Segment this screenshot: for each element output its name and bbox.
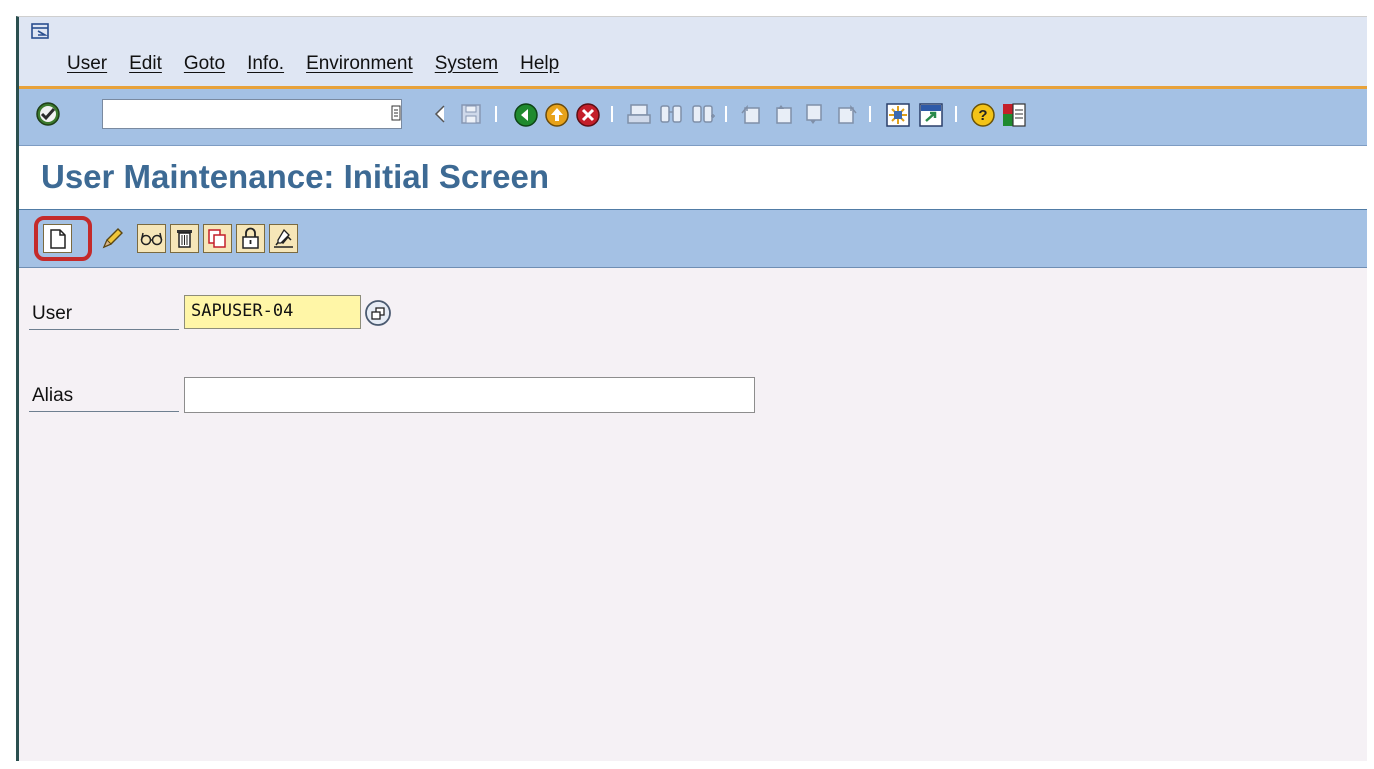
help-icon[interactable]: ? [970, 102, 996, 128]
next-page-icon[interactable] [803, 102, 827, 126]
application-toolbar [19, 210, 1367, 268]
system-toolbar: ? [19, 89, 1367, 146]
last-page-icon[interactable] [835, 102, 859, 126]
back-arrow-icon[interactable] [434, 102, 446, 126]
user-field-row: User [29, 295, 179, 330]
title-bar: User Maintenance: Initial Screen [19, 146, 1367, 211]
pencil-icon [102, 228, 123, 249]
shortcut-icon[interactable] [918, 102, 944, 128]
trash-icon [177, 230, 192, 248]
menu-environment[interactable]: Environment [306, 53, 413, 75]
menu-system[interactable]: System [435, 53, 498, 75]
command-history-icon[interactable] [391, 105, 401, 121]
menu-goto[interactable]: Goto [184, 53, 225, 75]
enter-icon[interactable] [35, 101, 61, 127]
exit-icon[interactable] [544, 102, 570, 128]
menu-help[interactable]: Help [520, 53, 559, 75]
customize-layout-icon[interactable] [1001, 102, 1027, 128]
change-password-button[interactable] [269, 224, 298, 253]
alias-input[interactable] [184, 377, 755, 413]
previous-page-icon[interactable] [771, 102, 795, 126]
menu-info[interactable]: Info. [247, 53, 284, 75]
toolbar-separator [955, 106, 957, 122]
create-icon [50, 229, 66, 249]
find-icon[interactable] [658, 102, 684, 126]
value-help-icon[interactable] [363, 298, 393, 328]
find-next-icon[interactable] [691, 102, 717, 126]
lock-button[interactable] [236, 224, 265, 253]
copy-icon [208, 229, 226, 248]
toolbar-separator [869, 106, 871, 122]
alias-label: Alias [32, 385, 74, 406]
menu-bar: User Edit Goto Info. Environment System … [19, 17, 1367, 89]
user-label: User [32, 303, 73, 324]
sap-window: User Edit Goto Info. Environment System … [16, 16, 1367, 761]
first-page-icon[interactable] [739, 102, 763, 126]
display-button[interactable] [137, 224, 166, 253]
change-button[interactable] [98, 224, 127, 253]
create-button[interactable] [43, 224, 72, 253]
menu-icon[interactable] [31, 23, 49, 39]
lock-icon [242, 227, 259, 249]
toolbar-separator [495, 106, 497, 122]
user-input[interactable]: SAPUSER-04 [184, 295, 361, 329]
cancel-icon[interactable] [575, 102, 601, 128]
create-session-icon[interactable] [885, 102, 911, 128]
menu-user[interactable]: User [67, 53, 107, 75]
glasses-icon [140, 232, 163, 246]
delete-button[interactable] [170, 224, 199, 253]
change-password-icon [274, 228, 293, 248]
back-icon[interactable] [513, 102, 539, 128]
page-title: User Maintenance: Initial Screen [41, 158, 550, 195]
svg-text:?: ? [978, 107, 987, 124]
toolbar-separator [611, 106, 613, 122]
command-field[interactable] [102, 99, 402, 129]
alias-field-row: Alias [29, 377, 179, 412]
save-icon[interactable] [459, 102, 483, 126]
copy-button[interactable] [203, 224, 232, 253]
toolbar-separator [725, 106, 727, 122]
menu-edit[interactable]: Edit [129, 53, 162, 75]
print-icon[interactable] [626, 102, 652, 126]
